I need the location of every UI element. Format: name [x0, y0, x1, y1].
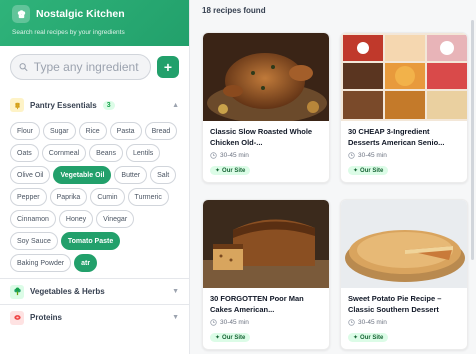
source-badge: ✦ Our Site — [210, 166, 251, 175]
recipe-title: 30 FORGOTTEN Poor Man Cakes American... — [210, 294, 304, 314]
ingredient-chip[interactable]: Oats — [10, 144, 39, 162]
recipe-title: Classic Slow Roasted Whole Chicken Old-.… — [210, 127, 313, 147]
recipe-image — [341, 200, 467, 288]
ingredient-chip[interactable]: Olive Oil — [10, 166, 51, 184]
recipe-time: 30-45 min — [210, 152, 322, 159]
ingredient-chip[interactable]: Pepper — [10, 188, 47, 206]
ingredient-chip[interactable]: Bread — [144, 122, 178, 140]
sparkle-icon: ✦ — [215, 168, 221, 174]
meat-icon — [10, 310, 24, 325]
recipe-card[interactable]: Sweet Potato Pie Recipe – Classic Southe… — [340, 199, 468, 350]
recipe-title: 30 CHEAP 3-Ingredient Desserts American … — [348, 127, 445, 147]
recipe-image — [341, 33, 467, 121]
source-badge: ✦ Our Site — [348, 333, 389, 342]
ingredient-chip[interactable]: Baking Powder — [10, 254, 72, 272]
sparkle-icon: ✦ — [353, 335, 359, 341]
add-ingredient-button[interactable]: + — [157, 56, 179, 78]
source-badge-label: Our Site — [222, 167, 246, 174]
ingredient-chip[interactable]: Pasta — [109, 122, 142, 140]
ingredient-chip[interactable]: Lentils — [126, 144, 161, 162]
search-icon — [19, 63, 28, 72]
search-input[interactable] — [33, 60, 142, 74]
results-panel: 18 recipes found Classic Slow Roasted Wh… — [190, 0, 476, 354]
scrollbar[interactable] — [471, 20, 474, 260]
ingredient-chip-selected[interactable]: atr — [74, 254, 98, 272]
source-badge: ✦ Our Site — [210, 333, 251, 342]
brand-header: Nostalgic Kitchen Search real recipes by… — [0, 0, 189, 46]
ingredient-chip-selected[interactable]: Vegetable Oil — [53, 166, 112, 184]
recipe-time: 30-45 min — [348, 152, 460, 159]
ingredient-chip[interactable]: Flour — [10, 122, 40, 140]
selected-count-badge: 3 — [102, 100, 115, 110]
app-title: Nostalgic Kitchen — [36, 8, 125, 20]
recipe-time-text: 30-45 min — [358, 152, 387, 159]
clock-icon — [348, 319, 355, 326]
sidebar: Nostalgic Kitchen Search real recipes by… — [0, 0, 190, 354]
ingredient-chip[interactable]: Honey — [58, 210, 94, 228]
source-badge-label: Our Site — [360, 334, 384, 341]
ingredient-chip[interactable]: Turmeric — [127, 188, 169, 206]
ingredient-chip[interactable]: Cornmeal — [41, 144, 87, 162]
ingredient-chip-selected[interactable]: Tomato Paste — [60, 232, 121, 250]
ingredient-chip[interactable]: Rice — [78, 122, 107, 140]
recipe-time-text: 30-45 min — [220, 152, 249, 159]
recipe-card[interactable]: 30 FORGOTTEN Poor Man Cakes American... … — [202, 199, 330, 350]
chevron-up-icon: ▲ — [172, 101, 179, 109]
wheat-icon — [10, 98, 24, 112]
pantry-chip-list: Flour Sugar Rice Pasta Bread Oats Cornme… — [0, 118, 189, 272]
recipe-image — [203, 200, 329, 288]
recipe-time-text: 30-45 min — [220, 319, 249, 326]
ingredient-chip[interactable]: Cinnamon — [10, 210, 56, 228]
chevron-down-icon: ▼ — [172, 314, 179, 321]
recipe-image — [203, 33, 329, 121]
sparkle-icon: ✦ — [215, 335, 221, 341]
ingredient-chip[interactable]: Vinegar — [96, 210, 135, 228]
chef-logo-icon — [12, 5, 30, 23]
pantry-section-header[interactable]: Pantry Essentials 3 ▲ — [0, 92, 189, 118]
ingredient-chip[interactable]: Butter — [114, 166, 148, 184]
chevron-down-icon: ▼ — [172, 288, 179, 295]
ingredient-chip[interactable]: Paprika — [49, 188, 88, 206]
ingredient-chip[interactable]: Cumin — [90, 188, 125, 206]
recipe-title: Sweet Potato Pie Recipe – Classic Southe… — [348, 294, 442, 314]
recipe-time: 30-45 min — [348, 319, 460, 326]
broccoli-icon — [10, 284, 24, 299]
source-badge: ✦ Our Site — [348, 166, 389, 175]
app-subtitle: Search real recipes by your ingredients — [12, 29, 125, 36]
clock-icon — [348, 152, 355, 159]
clock-icon — [210, 319, 217, 326]
search-row: + — [0, 46, 189, 88]
ingredient-chip[interactable]: Salt — [150, 166, 177, 184]
ingredient-chip[interactable]: Beans — [89, 144, 124, 162]
results-count: 18 recipes found — [202, 6, 266, 15]
ingredient-chip[interactable]: Soy Sauce — [10, 232, 58, 250]
vegetables-section-label: Vegetables & Herbs — [30, 287, 105, 296]
sparkle-icon: ✦ — [353, 168, 359, 174]
search-field[interactable] — [10, 54, 151, 80]
recipe-time: 30-45 min — [210, 319, 322, 326]
pantry-section-label: Pantry Essentials — [30, 100, 97, 110]
recipe-time-text: 30-45 min — [358, 319, 387, 326]
proteins-section-label: Proteins — [30, 313, 63, 322]
clock-icon — [210, 152, 217, 159]
recipe-card[interactable]: Classic Slow Roasted Whole Chicken Old-.… — [202, 32, 330, 183]
vegetables-section-header[interactable]: Vegetables & Herbs ▼ — [0, 278, 189, 304]
source-badge-label: Our Site — [222, 334, 246, 341]
proteins-section-header[interactable]: Proteins ▼ — [0, 304, 189, 330]
ingredient-chip[interactable]: Sugar — [42, 122, 76, 140]
recipe-card[interactable]: 30 CHEAP 3-Ingredient Desserts American … — [340, 32, 468, 183]
source-badge-label: Our Site — [360, 167, 384, 174]
